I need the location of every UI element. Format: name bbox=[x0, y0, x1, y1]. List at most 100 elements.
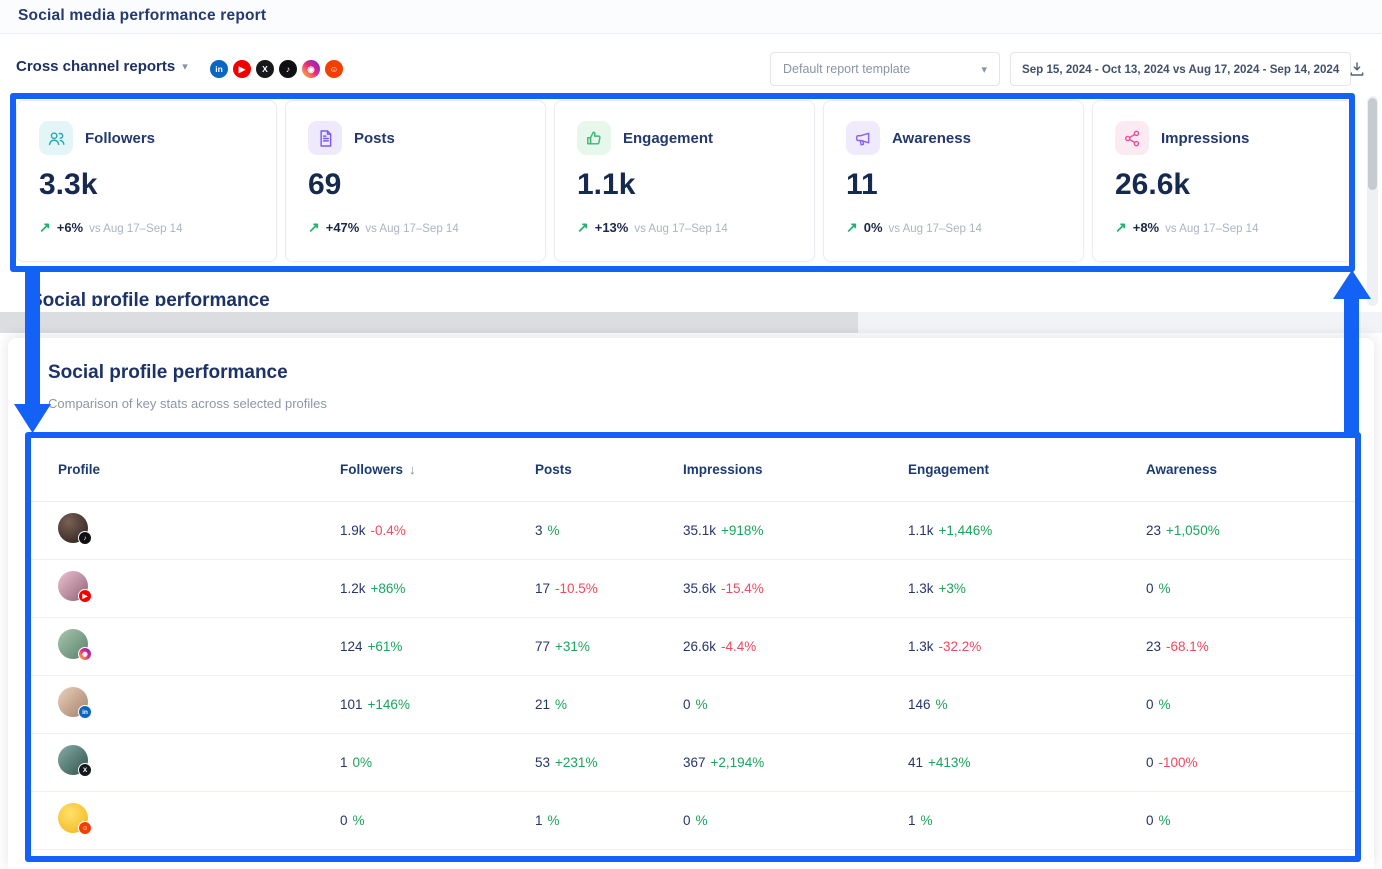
posts-icon bbox=[308, 121, 342, 155]
top-header-bar: Social media performance report bbox=[0, 0, 1382, 34]
table-row-x: X 10% 53+231% 367+2,194% 41+413% 0-100% bbox=[31, 734, 1355, 792]
stat-impressions: 35.1k+918% bbox=[683, 522, 908, 540]
table-row-youtube: ▶ 1.2k+86% 17-10.5% 35.6k-15.4% 1.3k+3% … bbox=[31, 560, 1355, 618]
metric-compare-period: vs Aug 17–Sep 14 bbox=[365, 223, 458, 235]
stat-awareness: 0-100% bbox=[1146, 754, 1355, 772]
stat-awareness: 0% bbox=[1146, 812, 1355, 830]
metric-card-engagement: Engagement 1.1k ↗ +13% vs Aug 17–Sep 14 bbox=[554, 100, 815, 262]
chevron-down-icon: ▾ bbox=[981, 63, 987, 76]
table-header-row: Profile Followers↓ Posts Impressions Eng… bbox=[31, 438, 1355, 502]
report-template-select[interactable]: Default report template ▾ bbox=[770, 52, 1000, 86]
cross-channel-reports-dropdown[interactable]: Cross channel reports ▾ bbox=[16, 58, 188, 75]
stat-followers: 124+61% bbox=[340, 638, 535, 656]
metric-compare-period: vs Aug 17–Sep 14 bbox=[889, 223, 982, 235]
section-title: Social profile performance bbox=[48, 362, 288, 384]
metric-compare-period: vs Aug 17–Sep 14 bbox=[634, 223, 727, 235]
stat-impressions: 35.6k-15.4% bbox=[683, 580, 908, 598]
column-header-engagement[interactable]: Engagement bbox=[908, 462, 1146, 477]
social-profile-performance-panel: Social profile performance Comparison of… bbox=[8, 338, 1374, 869]
stat-followers: 10% bbox=[340, 754, 535, 772]
section-subtitle: Comparison of key stats across selected … bbox=[48, 396, 327, 411]
screenshot-seam-band-light bbox=[858, 312, 1382, 333]
column-header-awareness[interactable]: Awareness bbox=[1146, 462, 1355, 477]
stat-engagement: 1.1k+1,446% bbox=[908, 522, 1146, 540]
instagram-icon[interactable]: ◉ bbox=[302, 60, 320, 78]
page-title: Social media performance report bbox=[18, 7, 266, 25]
metric-card-impressions: Impressions 26.6k ↗ +8% vs Aug 17–Sep 14 bbox=[1092, 100, 1353, 262]
reddit-profile-avatar[interactable]: ☺ bbox=[58, 803, 88, 833]
metric-cards-row: Followers 3.3k ↗ +6% vs Aug 17–Sep 14 Po… bbox=[16, 100, 1353, 262]
channel-icon-row: in ▶ X ♪ ◉ ☺ bbox=[210, 60, 343, 78]
stat-engagement: 1.3k+3% bbox=[908, 580, 1146, 598]
cross-channel-reports-label: Cross channel reports bbox=[16, 58, 175, 75]
metric-card-followers: Followers 3.3k ↗ +6% vs Aug 17–Sep 14 bbox=[16, 100, 277, 262]
stat-posts: 77+31% bbox=[535, 638, 683, 656]
profile-table-body: ♪ 1.9k-0.4% 3% 35.1k+918% 1.1k+1,446% 23… bbox=[31, 502, 1355, 850]
x-badge-icon: X bbox=[78, 763, 92, 777]
metric-compare-period: vs Aug 17–Sep 14 bbox=[1165, 223, 1258, 235]
column-header-posts[interactable]: Posts bbox=[535, 462, 683, 477]
scrollbar-thumb[interactable] bbox=[1368, 98, 1377, 190]
stat-followers: 101+146% bbox=[340, 696, 535, 714]
instagram-profile-avatar[interactable]: ◉ bbox=[58, 629, 88, 659]
stat-posts: 3% bbox=[535, 522, 683, 540]
trend-up-icon: ↗ bbox=[577, 219, 589, 236]
stat-engagement: 1% bbox=[908, 812, 1146, 830]
stat-awareness: 23+1,050% bbox=[1146, 522, 1355, 540]
metric-label: Posts bbox=[354, 130, 395, 147]
screenshot-seam-band bbox=[0, 312, 858, 333]
stat-posts: 17-10.5% bbox=[535, 580, 683, 598]
sort-desc-icon: ↓ bbox=[409, 462, 416, 477]
column-header-impressions[interactable]: Impressions bbox=[683, 462, 908, 477]
stat-posts: 21% bbox=[535, 696, 683, 714]
trend-up-icon: ↗ bbox=[1115, 219, 1127, 236]
report-template-value: Default report template bbox=[783, 62, 910, 76]
stat-impressions: 367+2,194% bbox=[683, 754, 908, 772]
metric-change: +13% bbox=[595, 220, 629, 235]
trend-up-icon: ↗ bbox=[846, 219, 858, 236]
metric-compare-period: vs Aug 17–Sep 14 bbox=[89, 223, 182, 235]
stat-followers: 1.9k-0.4% bbox=[340, 522, 535, 540]
tiktok-badge-icon: ♪ bbox=[78, 531, 92, 545]
metric-label: Followers bbox=[85, 130, 155, 147]
metric-value: 11 bbox=[846, 168, 1061, 202]
download-button[interactable] bbox=[1344, 56, 1370, 82]
scrollbar-track[interactable] bbox=[1367, 96, 1378, 306]
tiktok-icon[interactable]: ♪ bbox=[279, 60, 297, 78]
stat-engagement: 146% bbox=[908, 696, 1146, 714]
stat-engagement: 41+413% bbox=[908, 754, 1146, 772]
instagram-badge-icon: ◉ bbox=[78, 647, 92, 661]
awareness-icon bbox=[846, 121, 880, 155]
download-icon bbox=[1348, 60, 1366, 78]
table-row-linkedin: in 101+146% 21% 0% 146% 0% bbox=[31, 676, 1355, 734]
profile-performance-table: Profile Followers↓ Posts Impressions Eng… bbox=[31, 438, 1355, 856]
linkedin-profile-avatar[interactable]: in bbox=[58, 687, 88, 717]
linkedin-icon[interactable]: in bbox=[210, 60, 228, 78]
metric-label: Awareness bbox=[892, 130, 971, 147]
column-header-profile: Profile bbox=[58, 462, 340, 477]
impressions-icon bbox=[1115, 121, 1149, 155]
stat-awareness: 0% bbox=[1146, 696, 1355, 714]
metric-change: 0% bbox=[864, 220, 883, 235]
date-range-value: Sep 15, 2024 - Oct 13, 2024 vs Aug 17, 2… bbox=[1022, 63, 1339, 76]
youtube-icon[interactable]: ▶ bbox=[233, 60, 251, 78]
youtube-badge-icon: ▶ bbox=[78, 589, 92, 603]
date-range-picker[interactable]: Sep 15, 2024 - Oct 13, 2024 vs Aug 17, 2… bbox=[1010, 52, 1351, 86]
reddit-icon[interactable]: ☺ bbox=[325, 60, 343, 78]
stat-posts: 53+231% bbox=[535, 754, 683, 772]
metric-label: Engagement bbox=[623, 130, 713, 147]
reddit-badge-icon: ☺ bbox=[78, 821, 92, 835]
stat-awareness: 23-68.1% bbox=[1146, 638, 1355, 656]
tiktok-profile-avatar[interactable]: ♪ bbox=[58, 513, 88, 543]
metric-value: 69 bbox=[308, 168, 523, 202]
engagement-icon bbox=[577, 121, 611, 155]
metric-change: +6% bbox=[57, 220, 83, 235]
stat-awareness: 0% bbox=[1146, 580, 1355, 598]
x-profile-avatar[interactable]: X bbox=[58, 745, 88, 775]
clipped-section-heading: Social profile performance bbox=[30, 290, 270, 306]
youtube-profile-avatar[interactable]: ▶ bbox=[58, 571, 88, 601]
trend-up-icon: ↗ bbox=[308, 219, 320, 236]
column-header-followers[interactable]: Followers↓ bbox=[340, 462, 535, 477]
x-icon[interactable]: X bbox=[256, 60, 274, 78]
metric-value: 1.1k bbox=[577, 168, 792, 202]
